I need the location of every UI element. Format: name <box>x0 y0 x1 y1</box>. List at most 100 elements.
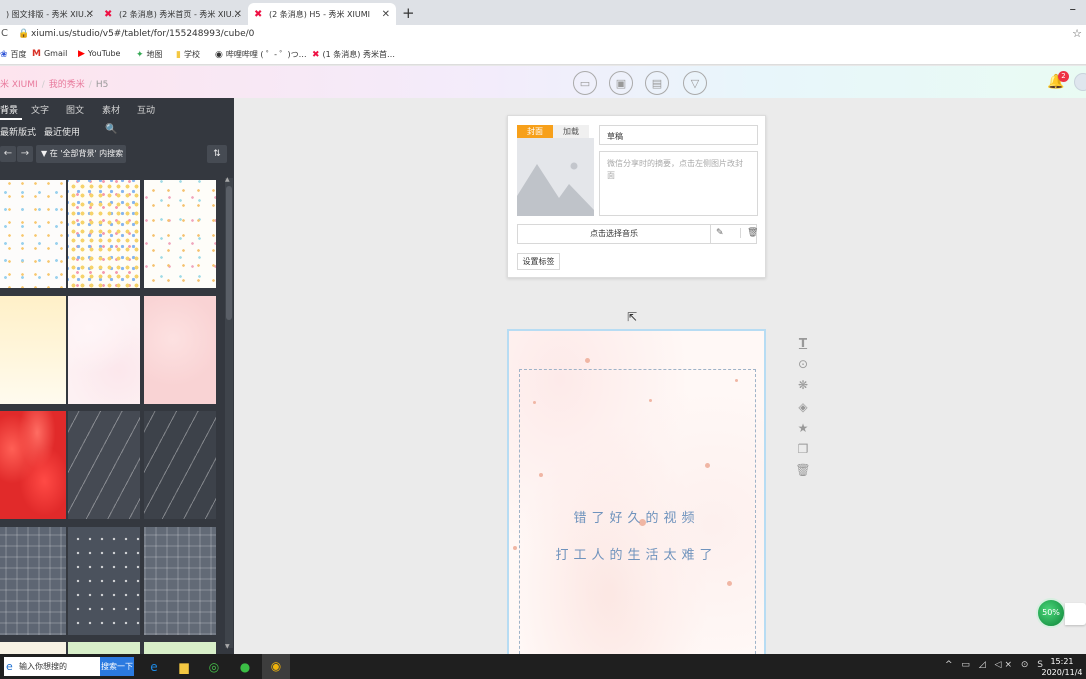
summary-textarea[interactable]: 微信分享时的摘要，点击左侧图片改封面 <box>599 151 758 216</box>
crumb-my-xiumi[interactable]: 我的秀米 <box>49 80 85 90</box>
prev-button[interactable]: ← <box>0 146 16 162</box>
background-tile[interactable] <box>68 296 140 404</box>
bookmark-map[interactable]: ✦ 地图 <box>136 49 163 60</box>
trash-icon[interactable]: 🗑 <box>740 228 758 238</box>
close-icon[interactable]: ✕ <box>234 9 242 20</box>
taskbar-clock[interactable]: 15:21 2020/11/4 <box>1040 656 1084 678</box>
tab-material[interactable]: 素材 <box>102 103 120 116</box>
page-text-line-1[interactable]: 错了好久的视频 <box>509 507 764 526</box>
youtube-icon: ▶ <box>78 49 85 59</box>
background-tile[interactable] <box>0 180 66 288</box>
browser-tab-3-active[interactable]: ✖ (2 条消息) H5 - 秀米 XIUMI ✕ <box>248 3 396 25</box>
scroll-up-icon[interactable]: ▲ <box>225 176 230 183</box>
close-icon[interactable]: ✕ <box>86 9 94 20</box>
bookmark-school[interactable]: ▮ 学校 <box>176 49 200 60</box>
background-tile[interactable] <box>144 296 216 404</box>
background-tile[interactable] <box>68 180 140 288</box>
background-tile[interactable] <box>0 642 66 654</box>
background-tile[interactable] <box>144 411 216 519</box>
open-file-button[interactable]: ▭ <box>573 71 597 95</box>
page-text-line-2[interactable]: 打工人的生活太难了 <box>509 544 764 563</box>
avatar[interactable] <box>1074 73 1086 91</box>
effects-icon[interactable]: ❋ <box>795 377 811 393</box>
minimize-button[interactable]: – <box>1070 2 1077 17</box>
scrollbar-thumb[interactable] <box>226 186 232 320</box>
url-text[interactable]: xiumi.us/studio/v5#/tablet/for/155248993… <box>31 29 254 39</box>
crumb-xiumi[interactable]: 米 XIUMI <box>0 80 38 90</box>
tab-text[interactable]: 文字 <box>31 103 49 116</box>
panel-scrollbar[interactable]: ▲ ▼ <box>225 176 233 650</box>
bookmark-baidu[interactable]: ❀ 百度 <box>0 49 27 60</box>
background-tile[interactable] <box>0 296 66 404</box>
edge-icon[interactable]: e <box>145 658 163 676</box>
wechat-icon[interactable]: ● <box>236 658 254 676</box>
taskbar-search-button[interactable]: 搜索一下 <box>100 657 134 676</box>
cover-image-placeholder[interactable] <box>517 138 594 216</box>
more-menu-button[interactable]: ▽ <box>683 71 707 95</box>
music-selector: 点击选择音乐 ✎ 🗑 <box>517 224 758 244</box>
chrome-icon[interactable]: ◉ <box>262 654 290 679</box>
title-input[interactable]: 草稿 <box>599 125 758 145</box>
bookmark-bilibili[interactable]: ◉ 哔哩哔哩 ( ゜- ゜)つ… <box>215 49 307 60</box>
decor-dot <box>649 399 652 402</box>
browser-tab-2[interactable]: ✖ (2 条消息) 秀米首页 - 秀米 XIU… ✕ <box>100 3 248 25</box>
close-icon[interactable]: ✕ <box>382 9 390 20</box>
scope-filter-button[interactable]: ▼ 在 '全部背景' 内搜索 <box>36 145 126 163</box>
speed-widget[interactable]: 50% <box>1036 598 1066 628</box>
paw-icon: ❀ <box>0 50 8 60</box>
background-tile[interactable] <box>144 180 216 288</box>
hide-icon[interactable]: ◈ <box>795 399 811 415</box>
edit-icon[interactable]: ✎ <box>716 228 724 238</box>
background-tile[interactable] <box>144 527 216 635</box>
background-tile[interactable] <box>0 411 66 519</box>
tab-loading[interactable]: 加载 <box>553 125 589 138</box>
tab-background[interactable]: 背景 <box>0 103 18 116</box>
bookmark-star-icon[interactable]: ☆ <box>1072 27 1082 40</box>
browser-360-icon[interactable]: ◎ <box>205 658 223 676</box>
tab-title: (2 条消息) H5 - 秀米 XIUMI <box>269 9 370 19</box>
select-music-button[interactable]: 点击选择音乐 <box>518 225 711 243</box>
crumb-separator: / <box>88 80 92 90</box>
background-tile[interactable] <box>68 411 140 519</box>
h5-page-preview[interactable]: 错了好久的视频 打工人的生活太难了 <box>507 329 766 654</box>
text-icon[interactable]: T <box>795 335 811 351</box>
breadcrumb: 米 XIUMI / 我的秀米 / H5 <box>0 77 108 90</box>
tab-cover[interactable]: 封面 <box>517 125 553 138</box>
set-tags-button[interactable]: 设置标签 <box>517 253 560 270</box>
tab-image-text[interactable]: 图文 <box>66 103 84 116</box>
decor-dot <box>539 473 543 477</box>
file-explorer-icon[interactable]: ▆ <box>175 658 193 676</box>
bookmark-youtube[interactable]: ▶ YouTube <box>78 49 120 59</box>
save-button[interactable]: ▣ <box>609 71 633 95</box>
print-icon: ▤ <box>651 76 663 90</box>
background-tile[interactable] <box>68 527 140 635</box>
subtab-latest[interactable]: 最新版式 <box>0 125 36 138</box>
search-icon[interactable]: 🔍 <box>105 124 117 135</box>
speed-widget-tab[interactable] <box>1065 603 1086 625</box>
sort-button[interactable]: ⇅ <box>207 145 227 163</box>
star-icon[interactable]: ★ <box>795 420 811 436</box>
tab-title: ) 图文排版 - 秀米 XIU… <box>6 9 92 19</box>
taskbar-search-input[interactable]: e 输入你想搜的 <box>4 657 100 676</box>
next-button[interactable]: → <box>17 146 33 162</box>
browser-tab-1[interactable]: ) 图文排版 - 秀米 XIU… ✕ <box>0 3 100 25</box>
tab-interaction[interactable]: 互动 <box>137 103 155 116</box>
background-tile[interactable] <box>68 642 140 654</box>
scroll-down-icon[interactable]: ▼ <box>225 643 230 650</box>
crumb-separator: / <box>41 80 45 90</box>
reload-icon[interactable]: C <box>1 28 8 39</box>
copy-icon[interactable]: ❐ <box>795 441 811 457</box>
bookmark-xiumi[interactable]: ✖ (1 条消息) 秀米首… <box>312 49 395 60</box>
background-tile[interactable] <box>144 642 216 654</box>
system-tray[interactable]: ^ ▭ ◿ ◁× ⊙ S <box>945 660 1046 670</box>
new-tab-button[interactable]: + <box>402 3 415 23</box>
lock-icon[interactable]: 🔒 <box>18 29 29 39</box>
print-button[interactable]: ▤ <box>645 71 669 95</box>
trash-icon[interactable]: 🗑 <box>795 462 811 478</box>
play-icon[interactable]: ⊙ <box>795 356 811 372</box>
background-tile[interactable] <box>0 527 66 635</box>
sort-icon: ⇅ <box>213 149 221 159</box>
subtab-recent[interactable]: 最近使用 <box>44 125 80 138</box>
gmail-icon: M <box>32 49 41 59</box>
bookmark-gmail[interactable]: M Gmail <box>32 49 67 59</box>
